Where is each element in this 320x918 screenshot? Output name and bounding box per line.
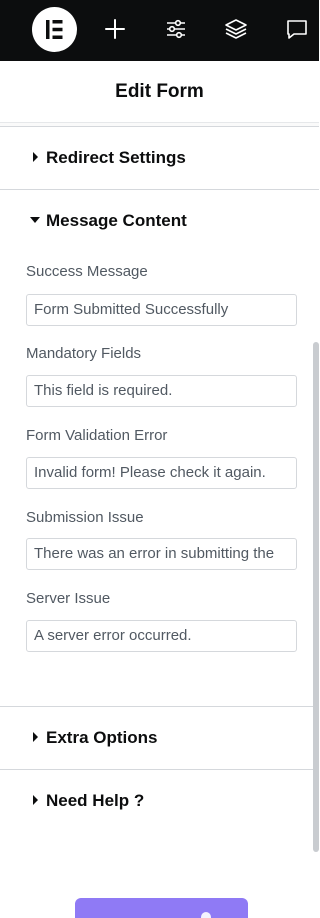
section-label: Extra Options: [46, 728, 158, 747]
submission-issue-label: Submission Issue: [26, 509, 144, 526]
panel-header: Edit Form: [0, 61, 319, 123]
server-issue-input[interactable]: A server error occurred.: [26, 620, 297, 652]
top-toolbar: [0, 0, 319, 61]
section-label: Redirect Settings: [46, 148, 186, 167]
form-validation-error-input[interactable]: Invalid form! Please check it again.: [26, 457, 297, 489]
page-title: Edit Form: [115, 81, 204, 102]
elementor-logo-icon[interactable]: [32, 7, 77, 52]
section-extra-options[interactable]: Extra Options: [0, 707, 319, 770]
mandatory-fields-label: Mandatory Fields: [26, 345, 142, 362]
section-label: Need Help ?: [46, 791, 145, 810]
section-message-content[interactable]: Message Content: [0, 190, 319, 253]
section-redirect-settings[interactable]: Redirect Settings: [0, 127, 319, 190]
button-icon: [201, 912, 211, 918]
server-issue-label: Server Issue: [26, 590, 111, 607]
caret-right-icon: [33, 795, 38, 805]
section-need-help[interactable]: Need Help ?: [0, 770, 319, 833]
form-validation-error-label: Form Validation Error: [26, 427, 168, 444]
caret-right-icon: [33, 732, 38, 742]
section-label: Message Content: [46, 211, 187, 230]
success-message-label: Success Message: [26, 263, 148, 280]
success-message-input[interactable]: Form Submitted Successfully: [26, 294, 297, 326]
footer-action-button[interactable]: [75, 898, 248, 918]
caret-right-icon: [33, 152, 38, 162]
mandatory-fields-input[interactable]: This field is required.: [26, 375, 297, 407]
sliders-icon[interactable]: [163, 16, 189, 42]
caret-down-icon: [30, 217, 40, 223]
scrollbar-thumb[interactable]: [313, 342, 319, 852]
plus-icon[interactable]: [102, 16, 128, 42]
submission-issue-input[interactable]: There was an error in submitting the: [26, 538, 297, 570]
chat-icon[interactable]: [284, 16, 310, 42]
layers-icon[interactable]: [223, 16, 249, 42]
